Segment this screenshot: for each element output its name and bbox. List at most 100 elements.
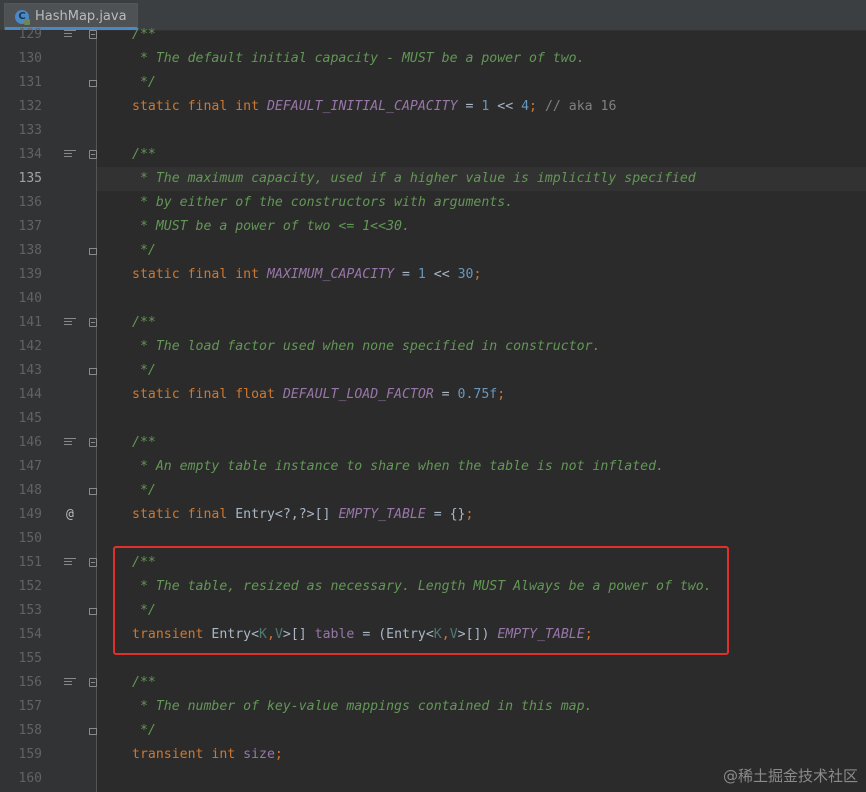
- line-number[interactable]: 160: [0, 767, 42, 791]
- line-number[interactable]: 139: [0, 263, 42, 287]
- fold-collapse-icon[interactable]: [89, 150, 97, 159]
- code-token: K: [433, 627, 442, 642]
- code-token: V: [449, 627, 458, 642]
- line-number[interactable]: 147: [0, 455, 42, 479]
- javadoc-render-icon[interactable]: [64, 438, 76, 448]
- code-line[interactable]: 138 */: [0, 239, 866, 263]
- code-line[interactable]: 141 /**: [0, 311, 866, 335]
- code-token: static final float: [132, 387, 283, 402]
- code-token: */: [132, 723, 156, 738]
- code-token: >[]: [282, 627, 315, 642]
- line-number[interactable]: 151: [0, 551, 42, 575]
- line-number[interactable]: 138: [0, 239, 42, 263]
- line-number[interactable]: 137: [0, 215, 42, 239]
- javadoc-render-icon[interactable]: [64, 318, 76, 328]
- line-number[interactable]: 136: [0, 191, 42, 215]
- code-line[interactable]: 154 transient Entry<K,V>[] table = (Entry…: [0, 623, 866, 647]
- line-number[interactable]: 132: [0, 95, 42, 119]
- code-line[interactable]: 139 static final int MAXIMUM_CAPACITY = 1…: [0, 263, 866, 287]
- code-token: >[]): [457, 627, 498, 642]
- code-line[interactable]: 153 */: [0, 599, 866, 623]
- code-token: ;: [529, 99, 537, 114]
- line-number[interactable]: 153: [0, 599, 42, 623]
- line-number[interactable]: 140: [0, 287, 42, 311]
- line-number[interactable]: 134: [0, 143, 42, 167]
- code-line[interactable]: 159 transient int size;: [0, 743, 866, 767]
- code-line[interactable]: 132 static final int DEFAULT_INITIAL_CAPA…: [0, 95, 866, 119]
- code-text: */: [132, 239, 156, 263]
- line-number[interactable]: 158: [0, 719, 42, 743]
- line-number[interactable]: 131: [0, 71, 42, 95]
- javadoc-render-icon[interactable]: [64, 30, 76, 40]
- code-line[interactable]: 133: [0, 119, 866, 143]
- code-line[interactable]: 147 * An empty table instance to share w…: [0, 455, 866, 479]
- code-line[interactable]: 149 @ static final Entry<?,?>[] EMPTY_TABL…: [0, 503, 866, 527]
- code-text: * An empty table instance to share when …: [132, 455, 664, 479]
- code-line[interactable]: 129 /**: [0, 23, 866, 47]
- line-number[interactable]: 152: [0, 575, 42, 599]
- line-number[interactable]: 135: [0, 167, 42, 191]
- code-line[interactable]: 145: [0, 407, 866, 431]
- code-line[interactable]: 131 */: [0, 71, 866, 95]
- line-number[interactable]: 155: [0, 647, 42, 671]
- code-line[interactable]: 134 /**: [0, 143, 866, 167]
- fold-end-icon[interactable]: [89, 488, 97, 495]
- code-line[interactable]: 135 * The maximum capacity, used if a hi…: [0, 167, 866, 191]
- fold-collapse-icon[interactable]: [89, 318, 97, 327]
- line-number[interactable]: 154: [0, 623, 42, 647]
- fold-collapse-icon[interactable]: [89, 678, 97, 687]
- code-line[interactable]: 144 static final float DEFAULT_LOAD_FACTO…: [0, 383, 866, 407]
- code-token: 4: [521, 99, 530, 114]
- code-line[interactable]: 130 * The default initial capacity - MUS…: [0, 47, 866, 71]
- code-line[interactable]: 156 /**: [0, 671, 866, 695]
- line-number[interactable]: 130: [0, 47, 42, 71]
- line-number[interactable]: 150: [0, 527, 42, 551]
- fold-end-icon[interactable]: [89, 248, 97, 255]
- javadoc-render-icon[interactable]: [64, 678, 76, 688]
- code-line[interactable]: 157 * The number of key-value mappings c…: [0, 695, 866, 719]
- line-number[interactable]: 156: [0, 671, 42, 695]
- line-number[interactable]: 159: [0, 743, 42, 767]
- code-token: * The number of key-value mappings conta…: [132, 699, 593, 714]
- line-number[interactable]: 157: [0, 695, 42, 719]
- code-token: * An empty table instance to share when …: [132, 459, 664, 474]
- code-text: * MUST be a power of two <= 1<<30.: [132, 215, 410, 239]
- code-line[interactable]: 151 /**: [0, 551, 866, 575]
- fold-collapse-icon[interactable]: [89, 30, 97, 39]
- code-text: static final Entry<?,?>[] EMPTY_TABLE = …: [132, 503, 473, 527]
- code-line[interactable]: 148 */: [0, 479, 866, 503]
- fold-end-icon[interactable]: [89, 80, 97, 87]
- line-number[interactable]: 145: [0, 407, 42, 431]
- line-number[interactable]: 143: [0, 359, 42, 383]
- fold-collapse-icon[interactable]: [89, 558, 97, 567]
- fold-end-icon[interactable]: [89, 728, 97, 735]
- line-number[interactable]: 141: [0, 311, 42, 335]
- tab-label: HashMap.java: [35, 9, 127, 24]
- line-number[interactable]: 142: [0, 335, 42, 359]
- code-token: * The default initial capacity - MUST be…: [132, 51, 585, 66]
- line-number[interactable]: 148: [0, 479, 42, 503]
- code-token: MAXIMUM_CAPACITY: [266, 267, 395, 282]
- line-number[interactable]: 146: [0, 431, 42, 455]
- code-line[interactable]: 142 * The load factor used when none spe…: [0, 335, 866, 359]
- line-number[interactable]: 129: [0, 23, 42, 47]
- line-number[interactable]: 144: [0, 383, 42, 407]
- code-line[interactable]: 137 * MUST be a power of two <= 1<<30.: [0, 215, 866, 239]
- code-line[interactable]: 155: [0, 647, 866, 671]
- code-line[interactable]: 140: [0, 287, 866, 311]
- code-line[interactable]: 143 */: [0, 359, 866, 383]
- line-number[interactable]: 133: [0, 119, 42, 143]
- javadoc-render-icon[interactable]: [64, 150, 76, 160]
- code-line[interactable]: 150: [0, 527, 866, 551]
- fold-collapse-icon[interactable]: [89, 438, 97, 447]
- line-number[interactable]: 149: [0, 503, 42, 527]
- fold-end-icon[interactable]: [89, 368, 97, 375]
- code-line[interactable]: 158 */: [0, 719, 866, 743]
- javadoc-render-icon[interactable]: [64, 558, 76, 568]
- code-token: =: [457, 99, 482, 114]
- annotation-marker-icon[interactable]: @: [66, 503, 74, 527]
- code-line[interactable]: 146 /**: [0, 431, 866, 455]
- code-line[interactable]: 152 * The table, resized as necessary. L…: [0, 575, 866, 599]
- fold-end-icon[interactable]: [89, 608, 97, 615]
- code-line[interactable]: 136 * by either of the constructors with…: [0, 191, 866, 215]
